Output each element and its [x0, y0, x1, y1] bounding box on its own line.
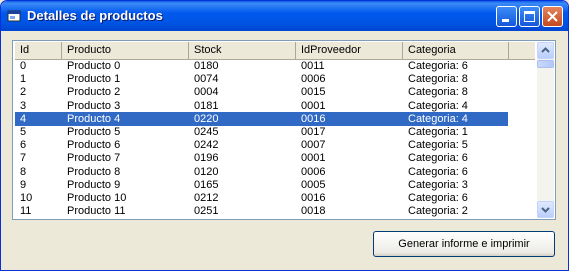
column-header-producto[interactable]: Producto [62, 42, 189, 59]
chevron-down-icon [541, 207, 550, 213]
table-cell: Producto 7 [67, 152, 121, 165]
column-header-idproveedor[interactable]: IdProveedor [296, 42, 403, 59]
table-cell: 0 [20, 60, 27, 72]
scroll-thumb[interactable] [537, 60, 554, 68]
table-cell: Producto 10 [67, 192, 127, 204]
column-header-stock[interactable]: Stock [189, 42, 296, 59]
table-cell: Producto 6 [67, 139, 121, 152]
table-cell: 0015 [301, 86, 326, 99]
table-cell: 0016 [301, 192, 326, 204]
products-listview[interactable]: Id Producto Stock IdProveedor Categoria … [12, 40, 556, 220]
table-cell: 6 [20, 139, 27, 152]
table-header: Id Producto Stock IdProveedor Categoria [15, 42, 535, 60]
table-cell: 11 [20, 205, 32, 218]
column-header-id[interactable]: Id [15, 42, 62, 59]
table-cell: 2 [20, 86, 27, 99]
table-cell: 4 [20, 112, 27, 125]
table-cell: 0017 [301, 126, 326, 138]
table-cell: Categoria: 6 [408, 165, 468, 178]
table-row[interactable]: 5 Producto 5 0245 0017 Categoria: 1 [15, 125, 508, 139]
table-body: 0 Producto 0 0180 0011 Categoria: 6 1 Producto… [15, 59, 535, 219]
table-cell: Categoria: 8 [408, 73, 468, 86]
maximize-icon [524, 11, 535, 22]
table-cell: 5 [20, 126, 27, 138]
chevron-up-icon [541, 47, 550, 53]
table-cell: 7 [20, 152, 27, 165]
table-cell: 9 [20, 178, 27, 191]
table-cell: Producto 0 [67, 60, 121, 72]
table-row[interactable]: 8 Producto 8 0120 0006 Categoria: 6 [15, 165, 508, 179]
table-cell: Producto 1 [67, 73, 121, 86]
table-cell: Producto 8 [67, 165, 121, 178]
table-cell: 1 [20, 73, 27, 86]
table-cell: 0074 [194, 73, 219, 86]
title-bar[interactable]: Detalles de productos [1, 1, 568, 31]
table-cell: Categoria: 4 [408, 112, 468, 125]
scroll-down-button[interactable] [537, 201, 554, 218]
table-cell: Categoria: 2 [408, 205, 468, 218]
table-cell: 0007 [301, 139, 326, 152]
table-cell: 0220 [194, 112, 219, 125]
table-row[interactable]: 7 Producto 7 0196 0001 Categoria: 6 [15, 151, 508, 165]
column-header-categoria[interactable]: Categoria [403, 42, 509, 59]
maximize-button[interactable] [519, 6, 540, 27]
table-cell: Producto 11 [67, 205, 126, 218]
table-cell: Producto 9 [67, 178, 121, 191]
table-cell: 0242 [194, 139, 219, 152]
app-window-icon [7, 10, 21, 22]
table-cell: Producto 2 [67, 86, 121, 99]
table-row[interactable]: 1 Producto 1 0074 0006 Categoria: 8 [15, 72, 508, 86]
table-cell: 0180 [194, 60, 219, 72]
table-row[interactable]: 2 Producto 2 0004 0015 Categoria: 8 [15, 85, 508, 99]
table-cell: Producto 3 [67, 99, 121, 112]
table-cell: 0196 [194, 152, 219, 165]
product-details-window: Detalles de productos Id Producto Stock … [0, 0, 569, 271]
table-cell: 0016 [301, 112, 326, 125]
table-cell: Categoria: 6 [408, 152, 468, 165]
minimize-button[interactable] [496, 6, 517, 27]
table-row[interactable]: 6 Producto 6 0242 0007 Categoria: 5 [15, 138, 508, 152]
table-cell: 0245 [194, 126, 219, 138]
table-cell: 0001 [301, 152, 326, 165]
table-row[interactable]: 4 Producto 4 0220 0016 Categoria: 4 [15, 111, 508, 126]
table-cell: 3 [20, 99, 27, 112]
table-cell: 0165 [194, 178, 219, 191]
table-row[interactable]: 11 Producto 11 0251 0018 Categoria: 2 [15, 204, 508, 218]
table-cell: 0004 [194, 86, 219, 99]
table-cell: Producto 5 [67, 126, 121, 138]
table-cell: 8 [20, 165, 27, 178]
table-cell: 0018 [301, 205, 326, 218]
table-row[interactable]: 0 Producto 0 0180 0011 Categoria: 6 [15, 59, 508, 73]
table-cell: Categoria: 5 [408, 139, 468, 152]
close-icon [547, 11, 558, 22]
generate-report-print-button[interactable]: Generar informe e imprimir [373, 231, 555, 257]
minimize-icon [502, 19, 509, 22]
table-cell: 0212 [194, 192, 219, 204]
table-cell: Categoria: 4 [408, 99, 468, 112]
table-cell: Categoria: 1 [408, 126, 468, 138]
table-cell: Categoria: 6 [408, 192, 468, 204]
window-title: Detalles de productos [27, 8, 163, 23]
table-cell: 10 [20, 192, 33, 204]
table-row[interactable]: 9 Producto 9 0165 0005 Categoria: 3 [15, 178, 508, 192]
table-cell: 0251 [194, 205, 219, 218]
table-cell: 0005 [301, 178, 326, 191]
table-cell: Categoria: 6 [408, 60, 468, 72]
table-row[interactable]: 3 Producto 3 0181 0001 Categoria: 4 [15, 99, 508, 113]
table-cell: 0181 [194, 99, 219, 112]
table-cell: Categoria: 8 [408, 86, 468, 99]
table-cell: 0006 [301, 165, 326, 178]
table-cell: 0006 [301, 73, 326, 86]
table-cell: 0011 [301, 60, 325, 72]
table-cell: 0120 [194, 165, 219, 178]
table-cell: 0001 [301, 99, 326, 112]
scroll-up-button[interactable] [537, 42, 554, 59]
table-cell: Categoria: 3 [408, 178, 468, 191]
table-cell: Producto 4 [67, 112, 121, 125]
close-button[interactable] [542, 6, 563, 27]
table-row[interactable]: 10 Producto 10 0212 0016 Categoria: 6 [15, 191, 508, 205]
vertical-scrollbar[interactable] [537, 42, 554, 218]
